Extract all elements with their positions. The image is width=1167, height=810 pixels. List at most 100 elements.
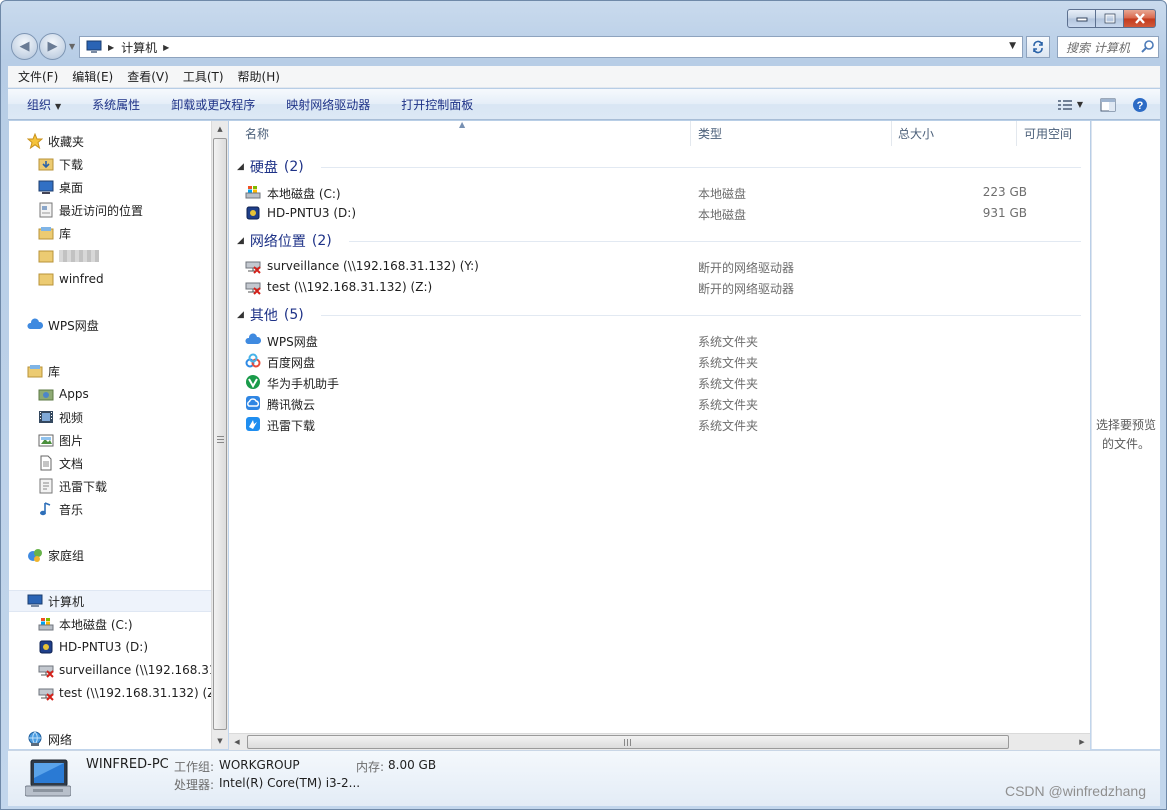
tree-item-local-disk-c[interactable]: 本地磁盘 (C:)	[38, 614, 133, 634]
menu-tools[interactable]: 工具(T)	[173, 68, 228, 85]
tree-item-xunlei-downloads[interactable]: 迅雷下载	[38, 476, 107, 496]
organize-button[interactable]: 组织 ▼	[8, 96, 76, 113]
tree-item-videos[interactable]: 视频	[38, 407, 83, 427]
tree-label: 迅雷下载	[59, 479, 108, 494]
group-header-network-locations[interactable]: ◢ 网络位置 (2)	[237, 231, 332, 251]
file-row-wps-cloud[interactable]: WPS网盘 系统文件夹	[245, 330, 1085, 351]
group-label: 硬盘	[249, 160, 278, 176]
column-header-name[interactable]: 名称	[239, 121, 691, 146]
disconnected-network-drive-icon	[38, 662, 54, 678]
system-properties-button[interactable]: 系统属性	[76, 96, 155, 113]
tree-item-libraries[interactable]: 库	[27, 361, 60, 381]
baidu-netdisk-icon	[245, 353, 261, 369]
minimize-button[interactable]	[1067, 9, 1096, 28]
music-note-icon	[38, 501, 54, 517]
breadcrumb-computer[interactable]: 计算机	[121, 39, 157, 56]
search-input[interactable]: 搜索 计算机	[1057, 36, 1159, 58]
close-button[interactable]	[1124, 9, 1156, 28]
file-list-horizontal-scrollbar[interactable]: ◀ ▶	[229, 733, 1090, 750]
tree-label: Apps	[59, 387, 89, 401]
file-row-c-drive[interactable]: 本地磁盘 (C:) 本地磁盘 223 GB	[245, 182, 1085, 203]
file-row-surveillance[interactable]: surveillance (\\192.168.31.132) (Y:) 断开的…	[245, 256, 1085, 277]
row-type: 系统文件夹	[698, 335, 759, 349]
tree-item-winfred[interactable]: winfred	[38, 269, 104, 289]
row-type: 系统文件夹	[698, 398, 759, 412]
scroll-right-icon[interactable]: ▶	[1074, 734, 1090, 750]
tree-item-pictures[interactable]: 图片	[38, 430, 83, 450]
collapse-icon: ◢	[237, 162, 244, 172]
recent-pages-dropdown-icon[interactable]: ▼	[69, 42, 75, 51]
tree-item-test[interactable]: test (\\192.168.31.132) (Z:)	[38, 683, 211, 703]
navigation-scrollbar[interactable]: ▲ ▼	[211, 121, 228, 749]
scroll-thumb[interactable]	[213, 138, 227, 730]
tree-label: 计算机	[48, 594, 85, 609]
menu-file[interactable]: 文件(F)	[8, 68, 62, 85]
help-icon: ?	[1133, 97, 1147, 112]
group-divider	[321, 315, 1081, 316]
tree-label: 库	[48, 364, 61, 379]
maximize-button[interactable]	[1096, 9, 1124, 28]
star-icon	[27, 133, 43, 149]
tree-item-wps-cloud[interactable]: WPS网盘	[27, 315, 99, 335]
tree-item-blurred-folder[interactable]	[38, 246, 99, 266]
column-header-type[interactable]: 类型	[692, 121, 892, 146]
tree-item-downloads[interactable]: 下载	[38, 154, 83, 174]
tree-item-library-shortcut[interactable]: 库	[38, 223, 71, 243]
uninstall-program-button[interactable]: 卸载或更改程序	[155, 96, 270, 113]
disconnected-network-drive-icon	[245, 279, 261, 295]
scroll-thumb[interactable]	[247, 735, 1009, 749]
tree-item-computer[interactable]: 计算机	[27, 591, 84, 611]
column-header-free-space[interactable]: 可用空间	[1018, 121, 1090, 146]
tree-item-homegroup[interactable]: 家庭组	[27, 545, 84, 565]
file-row-test[interactable]: test (\\192.168.31.132) (Z:) 断开的网络驱动器	[245, 277, 1085, 298]
scroll-left-icon[interactable]: ◀	[229, 734, 245, 750]
scroll-down-icon[interactable]: ▼	[212, 733, 228, 749]
tree-item-apps[interactable]: Apps	[38, 384, 89, 404]
download-library-icon	[38, 478, 54, 494]
tree-label: 文档	[59, 456, 84, 471]
tree-item-music[interactable]: 音乐	[38, 499, 83, 519]
file-row-xunlei-download[interactable]: 迅雷下载 系统文件夹	[245, 414, 1085, 435]
tree-item-documents[interactable]: 文档	[38, 453, 83, 473]
group-header-hard-disks[interactable]: ◢ 硬盘 (2)	[237, 157, 304, 177]
preview-pane-icon	[1100, 98, 1116, 111]
breadcrumb-separator-icon[interactable]: ▶	[108, 43, 114, 52]
computer-large-icon	[25, 759, 71, 797]
tree-item-network[interactable]: 网络	[27, 729, 72, 749]
forward-button[interactable]: ▶	[39, 33, 66, 60]
maximize-icon	[1104, 13, 1115, 24]
refresh-button[interactable]	[1026, 36, 1050, 58]
map-network-drive-button[interactable]: 映射网络驱动器	[270, 96, 385, 113]
tree-label: WPS网盘	[48, 318, 99, 333]
file-row-huawei-assistant[interactable]: 华为手机助手 系统文件夹	[245, 372, 1085, 393]
column-header-total-size[interactable]: 总大小	[892, 121, 1017, 146]
open-control-panel-button[interactable]: 打开控制面板	[385, 96, 488, 113]
tree-item-recent-places[interactable]: 最近访问的位置	[38, 200, 143, 220]
collapse-icon: ◢	[237, 236, 244, 246]
row-type: 本地磁盘	[698, 208, 747, 222]
back-button[interactable]: ◀	[11, 33, 38, 60]
file-row-baidu-netdisk[interactable]: 百度网盘 系统文件夹	[245, 351, 1085, 372]
search-icon[interactable]	[1141, 39, 1155, 53]
group-header-other[interactable]: ◢ 其他 (5)	[237, 305, 304, 325]
menu-help[interactable]: 帮助(H)	[228, 68, 284, 85]
breadcrumb-separator-icon[interactable]: ▶	[163, 43, 169, 52]
address-history-dropdown-icon[interactable]: ▼	[1009, 41, 1016, 51]
tree-item-hd-pntu3[interactable]: HD-PNTU3 (D:)	[38, 637, 148, 657]
preview-pane-button[interactable]	[1096, 94, 1120, 116]
tree-item-favorites[interactable]: 收藏夹	[27, 131, 84, 151]
menu-edit[interactable]: 编辑(E)	[62, 68, 117, 85]
help-button[interactable]: ?	[1128, 94, 1152, 116]
change-view-button[interactable]: ▼	[1052, 94, 1088, 116]
menu-view[interactable]: 查看(V)	[117, 68, 173, 85]
file-row-tencent-weiyun[interactable]: 腾讯微云 系统文件夹	[245, 393, 1085, 414]
tree-item-desktop[interactable]: 桌面	[38, 177, 83, 197]
scroll-up-icon[interactable]: ▲	[212, 121, 228, 137]
tree-item-surveillance[interactable]: surveillance (\\192.168.31.132) (Y:)	[38, 660, 211, 680]
minimize-icon	[1076, 17, 1087, 21]
address-bar[interactable]: ▶ 计算机 ▶ ▼	[79, 36, 1023, 58]
file-row-d-drive[interactable]: HD-PNTU3 (D:) 本地磁盘 931 GB	[245, 203, 1085, 224]
row-name: WPS网盘	[267, 335, 318, 349]
apps-library-icon	[38, 386, 54, 402]
group-count: (2)	[311, 233, 332, 249]
